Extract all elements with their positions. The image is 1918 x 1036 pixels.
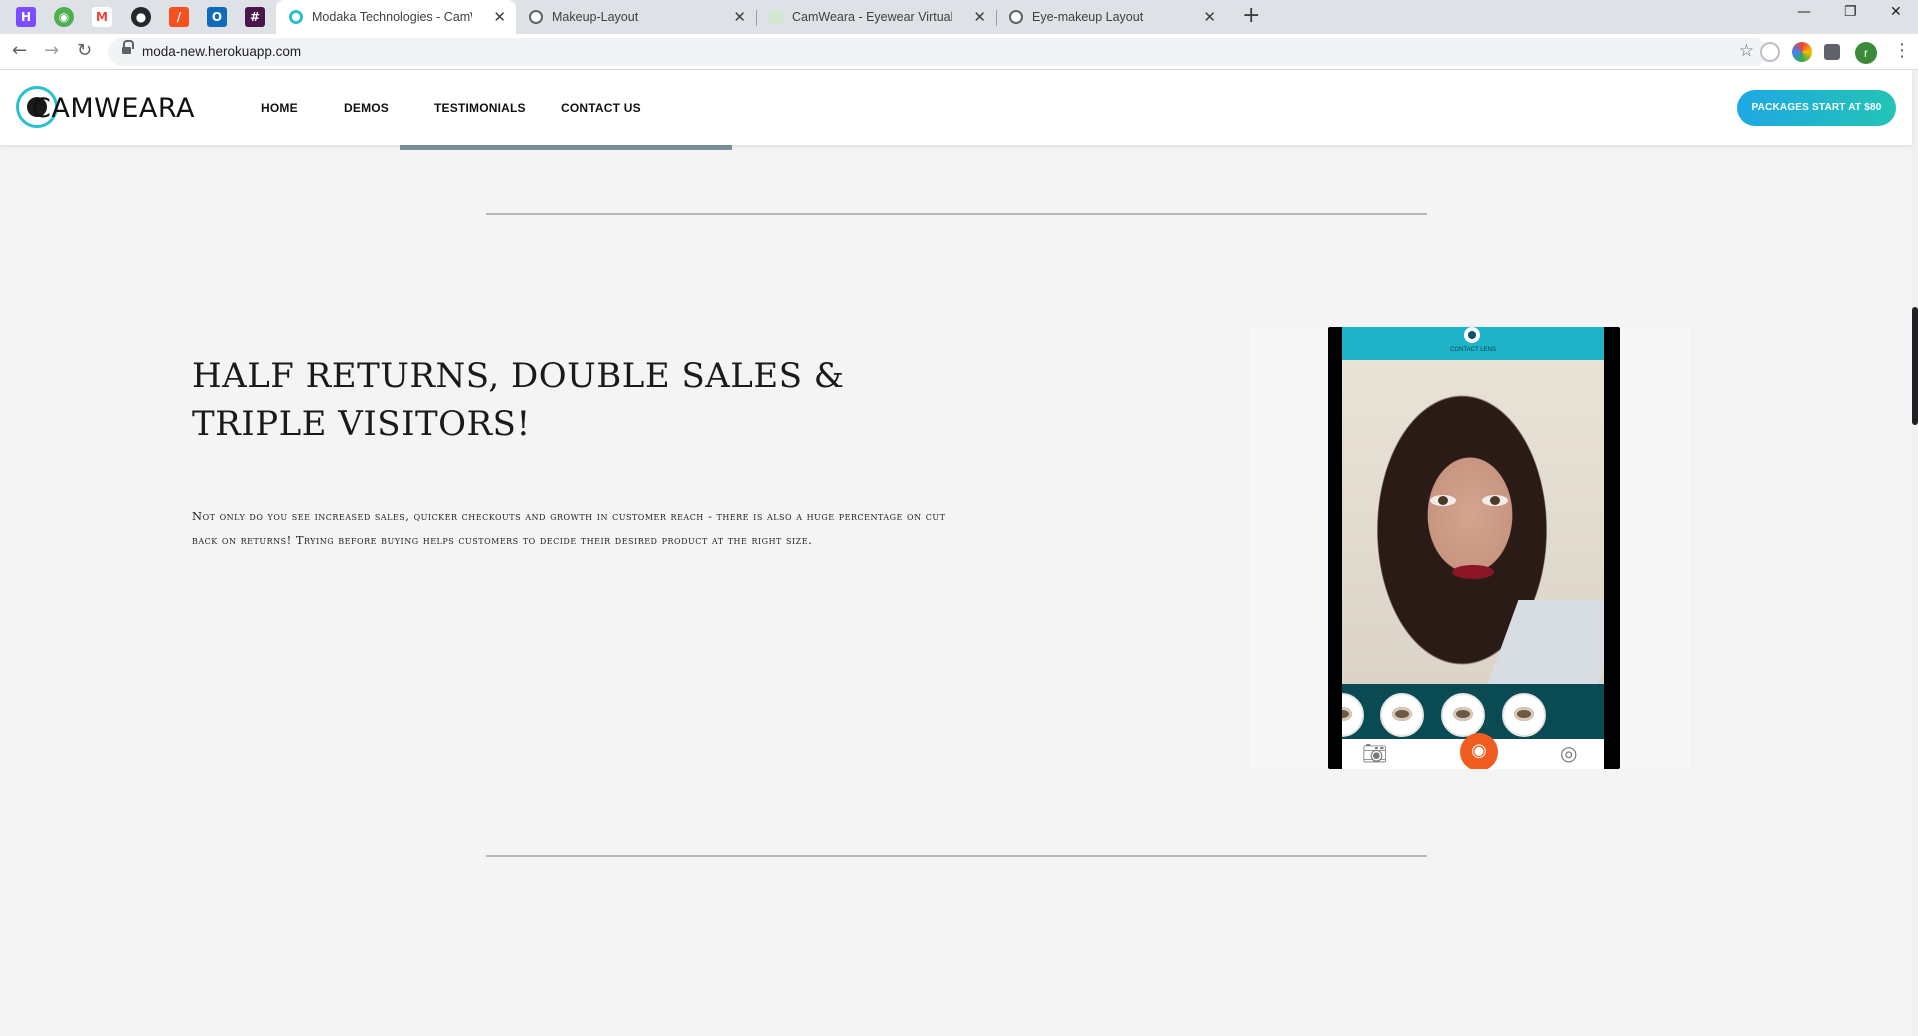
section-divider-top — [486, 213, 1427, 215]
lens-swatch[interactable] — [1342, 693, 1364, 737]
tab-strip: H ◉ M ● / O # Modaka Technologies - CamW… — [0, 0, 1918, 36]
restore-icon[interactable]: ❐ — [1844, 4, 1857, 20]
page-scrollbar-thumb[interactable] — [1912, 307, 1918, 425]
lens-swatch-row — [1342, 684, 1604, 739]
close-icon[interactable]: ✕ — [1203, 0, 1216, 34]
minimize-icon[interactable]: — — [1797, 4, 1811, 20]
browser-toolbar: ← → ↻ moda-new.herokuapp.com ☆ r ⋮ — [0, 34, 1918, 70]
app-header: CONTACT LENS — [1342, 327, 1604, 360]
right-eye-shape — [1482, 495, 1508, 506]
section-divider-bottom — [486, 855, 1427, 857]
globe-icon — [529, 10, 543, 24]
previous-section-image-edge — [400, 145, 732, 150]
lens-swatch[interactable] — [1441, 693, 1485, 737]
close-icon[interactable]: ✕ — [733, 0, 746, 34]
tab-title: Eye-makeup Layout — [1032, 10, 1144, 24]
packages-button[interactable]: PACKAGES START AT $80 — [1737, 90, 1896, 126]
tab-title: Makeup-Layout — [552, 10, 639, 24]
tab-title: CamWeara - Eyewear Virtual Try — [792, 10, 952, 24]
left-eye-shape — [1430, 495, 1456, 506]
camweara-favicon-icon — [769, 10, 783, 24]
gallery-camera-icon[interactable]: 📷︎ — [1362, 741, 1387, 765]
reload-icon[interactable]: ↻ — [77, 40, 92, 61]
close-icon[interactable]: ✕ — [973, 0, 986, 34]
section-body: Not only do you see increased sales, qui… — [192, 509, 946, 547]
nav-home[interactable]: HOME — [261, 101, 298, 115]
tab-eye-makeup-layout[interactable]: Eye-makeup Layout ✕ — [996, 0, 1226, 34]
pinned-tab-outlook-icon[interactable]: O — [207, 7, 227, 27]
shutter-camera-icon[interactable]: ◉ — [1460, 733, 1498, 769]
browser-menu-icon[interactable]: ⋮ — [1893, 40, 1911, 61]
camweara-logo[interactable]: CAMWEARA — [16, 84, 195, 134]
pinned-tab-github-icon[interactable]: ● — [131, 7, 151, 27]
pinned-tab-h-icon[interactable]: H — [16, 7, 36, 27]
camweara-favicon-icon — [289, 10, 303, 24]
tab-camweara-eyewear[interactable]: CamWeara - Eyewear Virtual Try ✕ — [756, 0, 996, 34]
tab-makeup-layout[interactable]: Makeup-Layout ✕ — [516, 0, 756, 34]
lens-swatch[interactable] — [1502, 693, 1546, 737]
app-action-bar: 📷︎ ◉ ◎ — [1342, 733, 1604, 769]
lens-swatch[interactable] — [1380, 693, 1424, 737]
lips-shape — [1452, 565, 1494, 579]
shirt-shape — [1485, 600, 1604, 690]
phone-screen: CONTACT LENS 📷︎ ◉ ◎ — [1342, 327, 1604, 769]
pinned-tab-gmail-icon[interactable]: M — [92, 7, 112, 27]
extensions-puzzle-icon[interactable] — [1824, 44, 1840, 60]
close-icon[interactable]: ✕ — [493, 0, 506, 34]
app-title: CONTACT LENS — [1450, 347, 1496, 353]
phone-demo-image: CONTACT LENS 📷︎ ◉ ◎ — [1328, 327, 1620, 769]
address-bar[interactable]: moda-new.herokuapp.com ☆ — [108, 38, 1768, 66]
extension-clock-icon[interactable] — [1760, 42, 1780, 62]
nav-testimonials[interactable]: TESTIMONIALS — [434, 101, 526, 115]
back-arrow-icon[interactable]: ← — [12, 40, 27, 61]
tab-modaka[interactable]: Modaka Technologies - CamWeara ✕ — [276, 0, 516, 36]
url-text[interactable]: moda-new.herokuapp.com — [142, 44, 301, 59]
lock-icon[interactable] — [122, 40, 134, 56]
site-header: CAMWEARA HOME DEMOS TESTIMONIALS CONTACT… — [0, 70, 1912, 145]
globe-icon — [1009, 10, 1023, 24]
nav-contact-us[interactable]: CONTACT US — [561, 101, 641, 115]
page-scrollbar-track[interactable] — [1912, 70, 1918, 1036]
logo-text: CAMWEARA — [32, 93, 195, 124]
bookmark-star-icon[interactable]: ☆ — [1739, 41, 1754, 61]
eye-view-icon[interactable]: ◎ — [1560, 741, 1577, 765]
pinned-tab-cat-eye-icon[interactable]: ◉ — [54, 7, 74, 27]
new-tab-plus-icon[interactable]: + — [1242, 3, 1260, 28]
window-close-icon[interactable]: ✕ — [1890, 4, 1902, 20]
nav-demos[interactable]: DEMOS — [344, 101, 389, 115]
forward-arrow-icon[interactable]: → — [44, 40, 59, 61]
section-headline: HALF RETURNS, DOUBLE SALES & TRIPLE VISI… — [192, 356, 845, 444]
pinned-tab-grid-icon[interactable]: # — [245, 7, 265, 27]
pinned-tab-diagonal-icon[interactable]: / — [169, 7, 189, 27]
profile-avatar[interactable]: r — [1855, 42, 1877, 64]
extension-color-icon[interactable] — [1792, 42, 1812, 62]
eye-logo-icon — [1464, 327, 1480, 343]
user-face-photo — [1342, 360, 1604, 690]
tab-title: Modaka Technologies - CamWeara — [312, 10, 472, 24]
